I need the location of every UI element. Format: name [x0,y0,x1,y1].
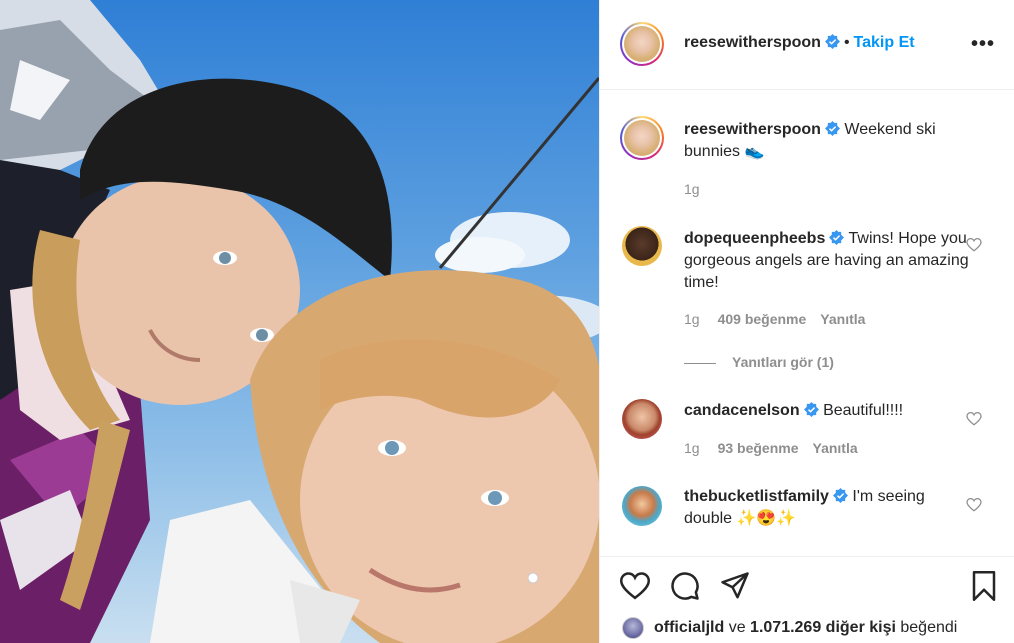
follow-button[interactable]: Takip Et [854,34,915,51]
likes-count[interactable]: 1.071.269 diğer kişi [750,619,896,637]
comment-body: Beautiful!!!! [823,402,904,419]
replies-line [684,362,716,364]
comment-username[interactable]: thebucketlistfamily [684,488,829,505]
heart-icon[interactable] [620,571,650,601]
verified-icon [824,34,840,49]
verified-icon [832,488,848,503]
like-comment-heart-icon[interactable] [966,498,982,512]
comment-likes[interactable]: 93 beğenme [718,440,799,456]
comment-text: candacenelson Beautiful!!!! [684,400,974,422]
comment-meta: 1g 409 beğenme Yanıtla [684,311,865,327]
comment-icon[interactable] [670,571,700,601]
post-sidebar: reesewitherspoon • Takip Et ••• reesewithe… [599,0,1014,643]
likes-connector: ve [728,619,746,636]
post-header: reesewitherspoon • Takip Et ••• [600,0,1014,90]
comment-username[interactable]: dopequeenpheebs [684,230,825,247]
comments-section: reesewitherspoon Weekend ski bunnies 👟 1… [600,90,1014,556]
more-options-icon[interactable]: ••• [971,33,995,56]
caption-time: 1g [684,181,700,197]
comment-text: thebucketlistfamily I'm seeing double ✨😍… [684,486,974,530]
like-comment-heart-icon[interactable] [966,412,982,426]
author-avatar[interactable] [620,22,664,66]
reply-button[interactable]: Yanıtla [813,440,858,456]
bookmark-icon[interactable] [969,571,999,601]
view-replies-button[interactable]: Yanıtları gör (1) [684,354,834,370]
share-icon[interactable] [720,571,750,601]
author-username[interactable]: reesewitherspoon [684,34,821,51]
caption-timestamp[interactable]: 1g [684,181,700,197]
post-photo[interactable] [0,0,599,643]
author-info: reesewitherspoon • Takip Et [684,34,915,52]
comment-avatar[interactable] [622,486,662,526]
comment-avatar[interactable] [622,226,662,266]
sparkle-heart-eyes-emoji: ✨😍✨ [736,510,797,527]
reply-button[interactable]: Yanıtla [820,311,865,327]
liker-username[interactable]: officialjld [654,619,724,637]
separator-dot: • [843,34,850,51]
action-bar: officialjld ve 1.071.269 diğer kişi beğe… [600,556,1014,643]
caption-text: reesewitherspoon Weekend ski bunnies 👟 [684,119,974,163]
verified-icon [824,121,840,136]
likes-suffix: beğendi [900,619,958,636]
verified-icon [803,402,819,417]
liker-avatar[interactable] [622,617,644,639]
view-replies-label: Yanıtları gör (1) [732,354,834,370]
likes-summary: officialjld ve 1.071.269 diğer kişi beğe… [622,617,957,639]
caption-username[interactable]: reesewitherspoon [684,121,821,138]
comment-meta: 1g 93 beğenme Yanıtla [684,440,858,456]
like-comment-heart-icon[interactable] [966,238,982,252]
verified-icon [829,230,845,245]
comment-username[interactable]: candacenelson [684,402,800,419]
sneaker-emoji: 👟 [744,143,765,160]
comment-text: dopequeenpheebs Twins! Hope you gorgeous… [684,228,974,294]
photo-illustration [0,0,599,643]
comment-likes[interactable]: 409 beğenme [718,311,807,327]
comment-avatar[interactable] [622,399,662,439]
comment-timestamp[interactable]: 1g [684,440,700,456]
caption-avatar[interactable] [620,116,664,160]
comment-timestamp[interactable]: 1g [684,311,700,327]
